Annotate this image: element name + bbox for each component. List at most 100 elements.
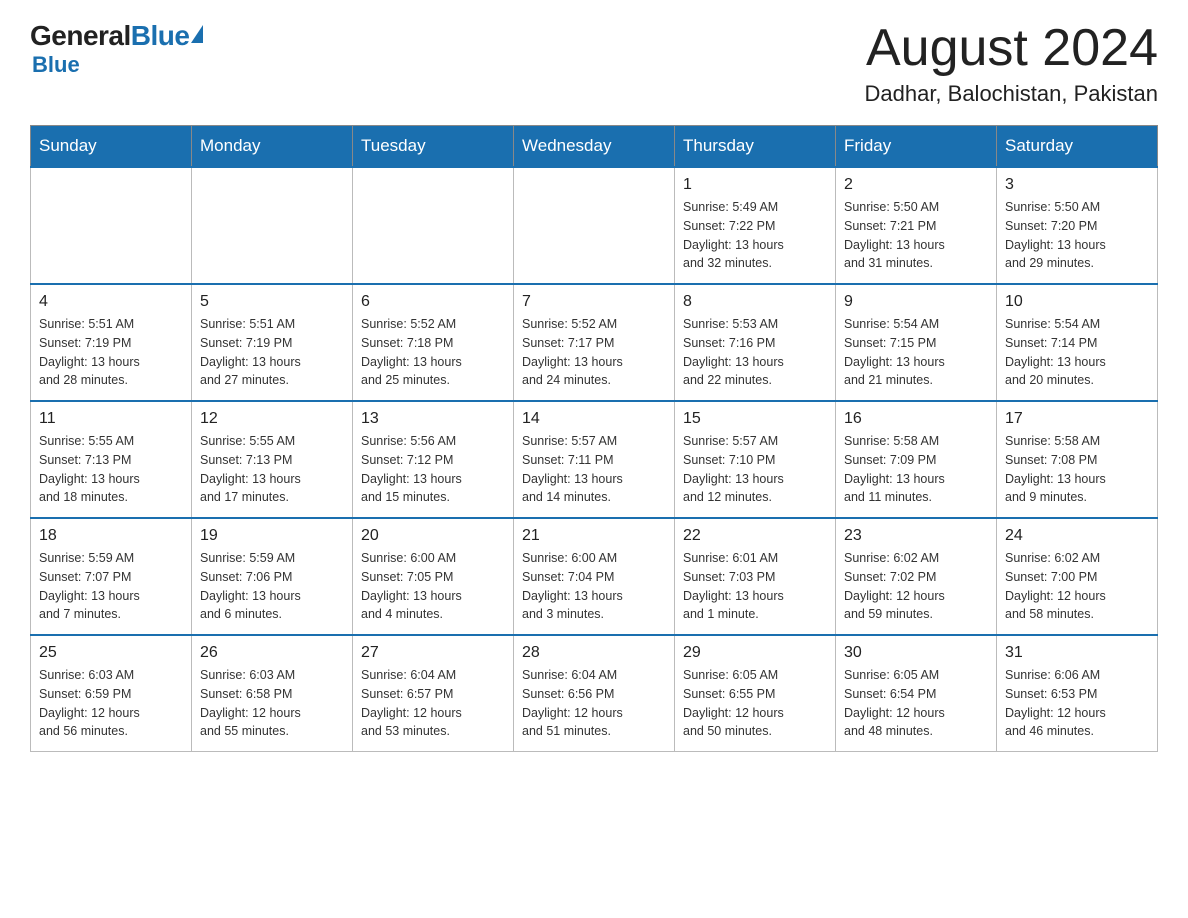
day-info: Sunrise: 6:05 AMSunset: 6:54 PMDaylight:… (844, 666, 988, 741)
day-number: 10 (1005, 293, 1149, 311)
calendar-cell: 15 Sunrise: 5:57 AMSunset: 7:10 PMDayligh… (675, 401, 836, 518)
day-number: 3 (1005, 176, 1149, 194)
day-info: Sunrise: 6:04 AMSunset: 6:57 PMDaylight:… (361, 666, 505, 741)
calendar-cell: 23 Sunrise: 6:02 AMSunset: 7:02 PMDayligh… (836, 518, 997, 635)
day-info: Sunrise: 6:01 AMSunset: 7:03 PMDaylight:… (683, 549, 827, 624)
day-number: 16 (844, 410, 988, 428)
calendar-cell: 16 Sunrise: 5:58 AMSunset: 7:09 PMDayligh… (836, 401, 997, 518)
day-number: 17 (1005, 410, 1149, 428)
day-info: Sunrise: 5:58 AMSunset: 7:09 PMDaylight:… (844, 432, 988, 507)
day-info: Sunrise: 5:51 AMSunset: 7:19 PMDaylight:… (200, 315, 344, 390)
column-header-saturday: Saturday (997, 126, 1158, 168)
day-info: Sunrise: 5:59 AMSunset: 7:07 PMDaylight:… (39, 549, 183, 624)
calendar-cell: 3Sunrise: 5:50 AMSunset: 7:20 PMDaylight… (997, 167, 1158, 284)
header-area: General Blue Blue August 2024 Dadhar, Ba… (30, 20, 1158, 107)
day-info: Sunrise: 5:52 AMSunset: 7:18 PMDaylight:… (361, 315, 505, 390)
day-number: 30 (844, 644, 988, 662)
calendar-cell: 2 Sunrise: 5:50 AMSunset: 7:21 PMDaylight… (836, 167, 997, 284)
week-row-3: 11 Sunrise: 5:55 AMSunset: 7:13 PMDayligh… (31, 401, 1158, 518)
day-info: Sunrise: 6:05 AMSunset: 6:55 PMDaylight:… (683, 666, 827, 741)
calendar-cell: 18 Sunrise: 5:59 AMSunset: 7:07 PMDayligh… (31, 518, 192, 635)
subtitle: Dadhar, Balochistan, Pakistan (864, 81, 1158, 107)
day-number: 28 (522, 644, 666, 662)
column-header-thursday: Thursday (675, 126, 836, 168)
calendar-cell: 4 Sunrise: 5:51 AMSunset: 7:19 PMDaylight… (31, 284, 192, 401)
day-number: 18 (39, 527, 183, 545)
day-info: Sunrise: 5:49 AMSunset: 7:22 PMDaylight:… (683, 198, 827, 273)
calendar-cell: 11Sunrise: 5:55 AMSunset: 7:13 PMDayligh… (31, 401, 192, 518)
day-number: 2 (844, 176, 988, 194)
main-title: August 2024 (864, 20, 1158, 77)
calendar-cell: 26 Sunrise: 6:03 AMSunset: 6:58 PMDayligh… (192, 635, 353, 752)
day-number: 14 (522, 410, 666, 428)
calendar-cell (353, 167, 514, 284)
calendar-cell: 24Sunrise: 6:02 AMSunset: 7:00 PMDayligh… (997, 518, 1158, 635)
day-number: 25 (39, 644, 183, 662)
day-number: 27 (361, 644, 505, 662)
day-number: 4 (39, 293, 183, 311)
calendar-cell: 25 Sunrise: 6:03 AMSunset: 6:59 PMDayligh… (31, 635, 192, 752)
calendar-table: SundayMondayTuesdayWednesdayThursdayFrid… (30, 125, 1158, 752)
day-number: 11 (39, 410, 183, 428)
logo-sub-text: Blue (32, 52, 80, 78)
calendar-cell: 28 Sunrise: 6:04 AMSunset: 6:56 PMDayligh… (514, 635, 675, 752)
day-number: 15 (683, 410, 827, 428)
calendar-cell: 10 Sunrise: 5:54 AMSunset: 7:14 PMDayligh… (997, 284, 1158, 401)
day-info: Sunrise: 6:03 AMSunset: 6:58 PMDaylight:… (200, 666, 344, 741)
day-number: 19 (200, 527, 344, 545)
day-info: Sunrise: 5:57 AMSunset: 7:11 PMDaylight:… (522, 432, 666, 507)
day-number: 7 (522, 293, 666, 311)
day-info: Sunrise: 5:58 AMSunset: 7:08 PMDaylight:… (1005, 432, 1149, 507)
day-number: 21 (522, 527, 666, 545)
week-row-2: 4 Sunrise: 5:51 AMSunset: 7:19 PMDaylight… (31, 284, 1158, 401)
day-info: Sunrise: 5:54 AMSunset: 7:15 PMDaylight:… (844, 315, 988, 390)
day-number: 20 (361, 527, 505, 545)
day-number: 8 (683, 293, 827, 311)
day-number: 12 (200, 410, 344, 428)
calendar-cell: 31 Sunrise: 6:06 AMSunset: 6:53 PMDayligh… (997, 635, 1158, 752)
calendar-cell (514, 167, 675, 284)
day-info: Sunrise: 6:02 AMSunset: 7:00 PMDaylight:… (1005, 549, 1149, 624)
day-info: Sunrise: 6:06 AMSunset: 6:53 PMDaylight:… (1005, 666, 1149, 741)
calendar-cell: 5 Sunrise: 5:51 AMSunset: 7:19 PMDaylight… (192, 284, 353, 401)
logo-triangle-icon (191, 25, 203, 43)
week-row-4: 18 Sunrise: 5:59 AMSunset: 7:07 PMDayligh… (31, 518, 1158, 635)
day-info: Sunrise: 5:57 AMSunset: 7:10 PMDaylight:… (683, 432, 827, 507)
calendar-cell: 30 Sunrise: 6:05 AMSunset: 6:54 PMDayligh… (836, 635, 997, 752)
column-header-friday: Friday (836, 126, 997, 168)
day-info: Sunrise: 5:59 AMSunset: 7:06 PMDaylight:… (200, 549, 344, 624)
calendar-cell: 22 Sunrise: 6:01 AMSunset: 7:03 PMDayligh… (675, 518, 836, 635)
day-number: 29 (683, 644, 827, 662)
calendar-cell: 6Sunrise: 5:52 AMSunset: 7:18 PMDaylight… (353, 284, 514, 401)
day-number: 13 (361, 410, 505, 428)
day-number: 9 (844, 293, 988, 311)
calendar-cell: 17 Sunrise: 5:58 AMSunset: 7:08 PMDayligh… (997, 401, 1158, 518)
day-info: Sunrise: 5:52 AMSunset: 7:17 PMDaylight:… (522, 315, 666, 390)
calendar-cell: 20Sunrise: 6:00 AMSunset: 7:05 PMDayligh… (353, 518, 514, 635)
day-number: 5 (200, 293, 344, 311)
day-info: Sunrise: 6:00 AMSunset: 7:04 PMDaylight:… (522, 549, 666, 624)
calendar-cell: 12 Sunrise: 5:55 AMSunset: 7:13 PMDayligh… (192, 401, 353, 518)
title-area: August 2024 Dadhar, Balochistan, Pakista… (864, 20, 1158, 107)
logo-blue-text: Blue (131, 20, 190, 52)
calendar-cell: 27 Sunrise: 6:04 AMSunset: 6:57 PMDayligh… (353, 635, 514, 752)
column-header-sunday: Sunday (31, 126, 192, 168)
calendar-cell (31, 167, 192, 284)
logo: General Blue Blue (30, 20, 203, 78)
calendar-cell: 29 Sunrise: 6:05 AMSunset: 6:55 PMDayligh… (675, 635, 836, 752)
week-row-1: 1Sunrise: 5:49 AMSunset: 7:22 PMDaylight… (31, 167, 1158, 284)
day-info: Sunrise: 5:54 AMSunset: 7:14 PMDaylight:… (1005, 315, 1149, 390)
day-info: Sunrise: 5:55 AMSunset: 7:13 PMDaylight:… (200, 432, 344, 507)
day-number: 26 (200, 644, 344, 662)
column-header-monday: Monday (192, 126, 353, 168)
day-info: Sunrise: 6:04 AMSunset: 6:56 PMDaylight:… (522, 666, 666, 741)
day-info: Sunrise: 5:51 AMSunset: 7:19 PMDaylight:… (39, 315, 183, 390)
day-number: 23 (844, 527, 988, 545)
day-info: Sunrise: 6:02 AMSunset: 7:02 PMDaylight:… (844, 549, 988, 624)
day-info: Sunrise: 5:50 AMSunset: 7:21 PMDaylight:… (844, 198, 988, 273)
day-info: Sunrise: 6:03 AMSunset: 6:59 PMDaylight:… (39, 666, 183, 741)
week-row-5: 25 Sunrise: 6:03 AMSunset: 6:59 PMDayligh… (31, 635, 1158, 752)
day-number: 31 (1005, 644, 1149, 662)
calendar-cell (192, 167, 353, 284)
day-number: 22 (683, 527, 827, 545)
